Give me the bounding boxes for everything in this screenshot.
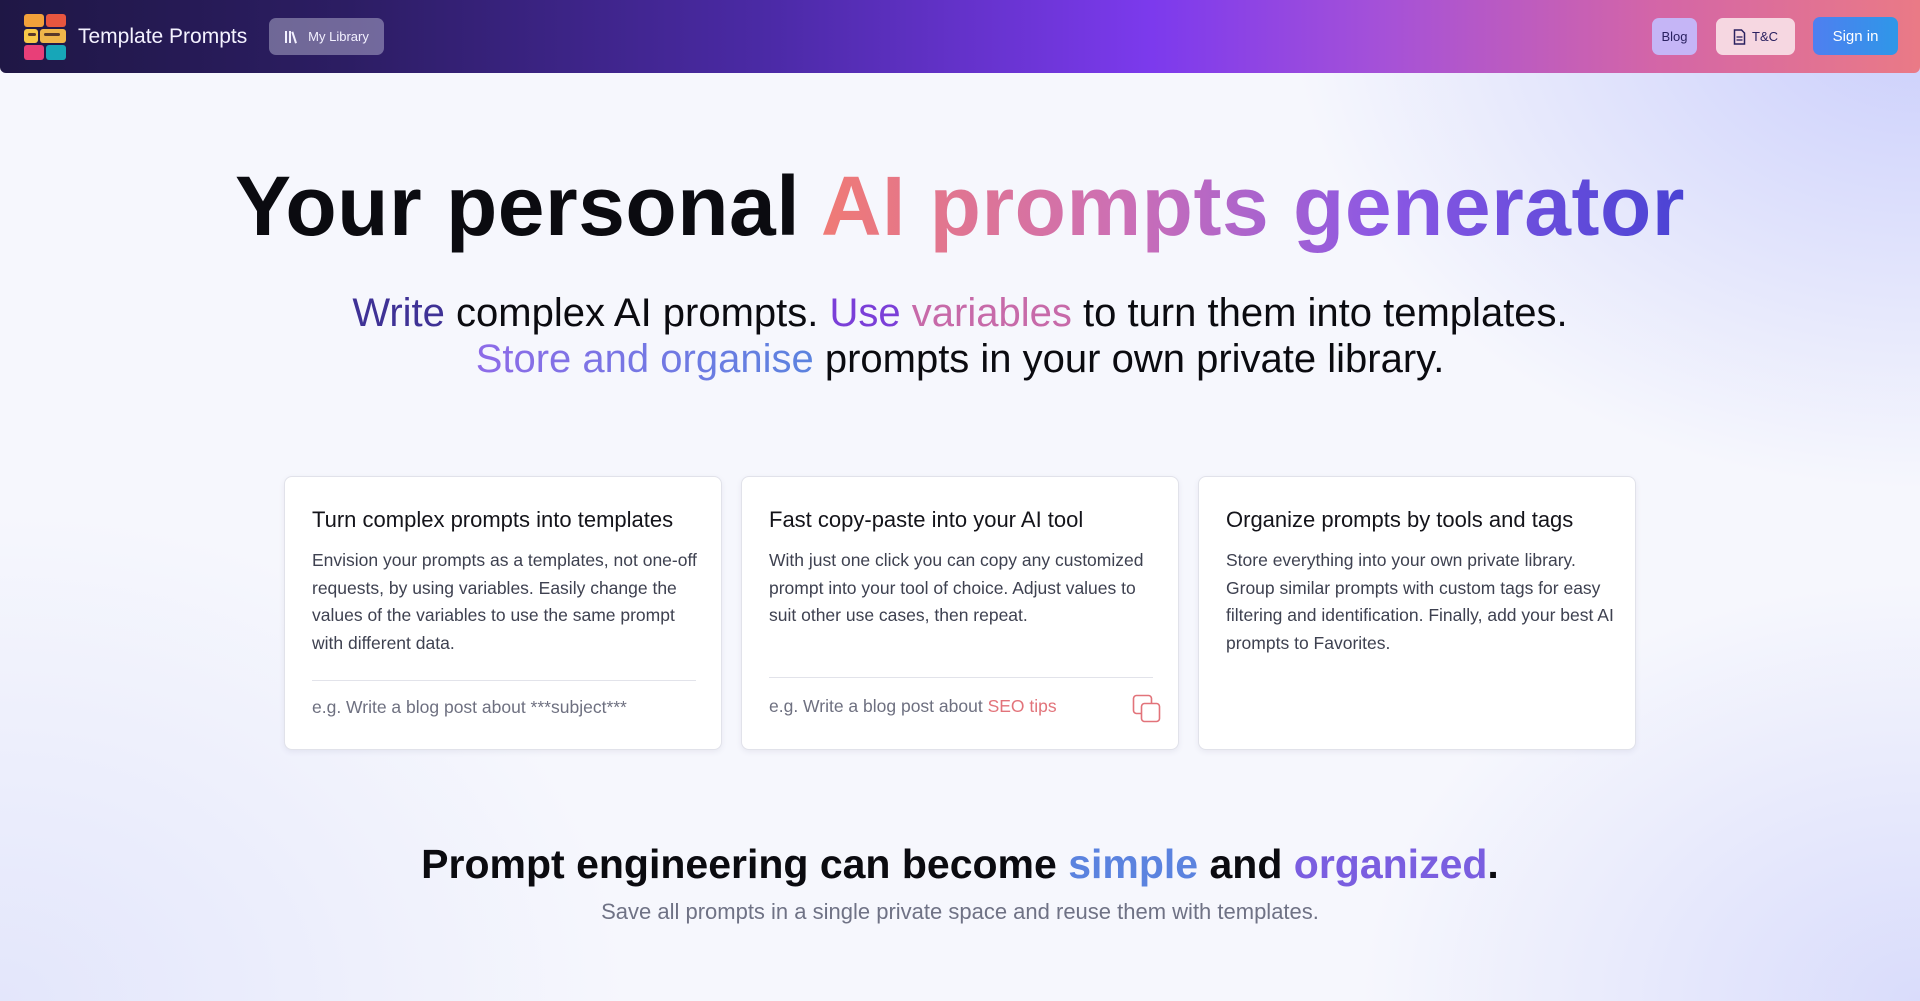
sub-text-1: complex AI prompts. xyxy=(444,291,830,335)
sub-text-2: to turn them into templates. xyxy=(1071,291,1568,335)
feature-card-copy-paste: Fast copy-paste into your AI tool With j… xyxy=(741,476,1179,750)
card-title: Organize prompts by tools and tags xyxy=(1226,507,1574,532)
section-title-text-1: Prompt engineering can become xyxy=(421,841,1069,887)
example-prefix: e.g. Write a blog post about xyxy=(769,696,988,716)
hero-subtitle-line-1: Write complex AI prompts. Use variables … xyxy=(0,290,1920,336)
top-navbar: Template Prompts My Library Blog T&C Sig… xyxy=(0,0,1920,73)
sign-in-button[interactable]: Sign in xyxy=(1813,17,1898,55)
copy-icon[interactable] xyxy=(1132,694,1162,724)
hero-title-highlight: AI prompts generator xyxy=(820,159,1685,253)
highlight-variables: variables xyxy=(911,291,1072,335)
highlight-write: Write xyxy=(352,291,445,335)
card-title: Turn complex prompts into templates xyxy=(312,507,674,532)
section-title: Prompt engineering can become simple and… xyxy=(0,840,1920,888)
sub-text-3: prompts in your own private library. xyxy=(813,337,1445,381)
section-title-period: . xyxy=(1487,841,1499,887)
my-library-button[interactable]: My Library xyxy=(269,18,384,55)
brand[interactable]: Template Prompts xyxy=(24,14,247,60)
card-description: With just one click you can copy any cus… xyxy=(769,550,1144,625)
section-title-text-2: and xyxy=(1198,841,1294,887)
library-icon xyxy=(285,30,298,43)
highlight-organized: organized xyxy=(1293,841,1488,887)
sign-in-label: Sign in xyxy=(1832,27,1879,45)
feature-card-templates: Turn complex prompts into templates Envi… xyxy=(284,476,722,750)
hero-subtitle: Write complex AI prompts. Use variables … xyxy=(0,290,1920,382)
highlight-store-organise: Store and organise xyxy=(475,337,814,381)
app-logo xyxy=(24,14,66,60)
card-description: Store everything into your own private l… xyxy=(1226,550,1614,653)
card-divider xyxy=(769,677,1153,678)
feature-card-organize: Organize prompts by tools and tags Store… xyxy=(1198,476,1636,750)
card-example: e.g. Write a blog post about SEO tips xyxy=(769,696,1057,717)
brand-name: Template Prompts xyxy=(78,25,248,48)
hero-title: Your personal AI prompts generator xyxy=(0,158,1920,254)
highlight-simple: simple xyxy=(1068,841,1199,887)
section-subtitle: Save all prompts in a single private spa… xyxy=(601,899,1319,924)
card-description: Envision your prompts as a templates, no… xyxy=(312,550,697,653)
terms-label: T&C xyxy=(1752,29,1778,44)
hero-title-plain: Your personal xyxy=(235,159,801,253)
highlight-use: Use xyxy=(829,291,901,335)
example-variable-value: SEO tips xyxy=(987,696,1057,716)
card-divider xyxy=(312,680,696,681)
document-icon xyxy=(1733,28,1746,45)
card-example: e.g. Write a blog post about ***subject*… xyxy=(312,697,627,717)
blog-button[interactable]: Blog xyxy=(1652,18,1697,55)
blog-label: Blog xyxy=(1661,29,1688,44)
terms-button[interactable]: T&C xyxy=(1716,18,1795,55)
card-title: Fast copy-paste into your AI tool xyxy=(769,507,1084,532)
my-library-label: My Library xyxy=(308,29,369,44)
hero-subtitle-line-2: Store and organise prompts in your own p… xyxy=(0,336,1920,382)
